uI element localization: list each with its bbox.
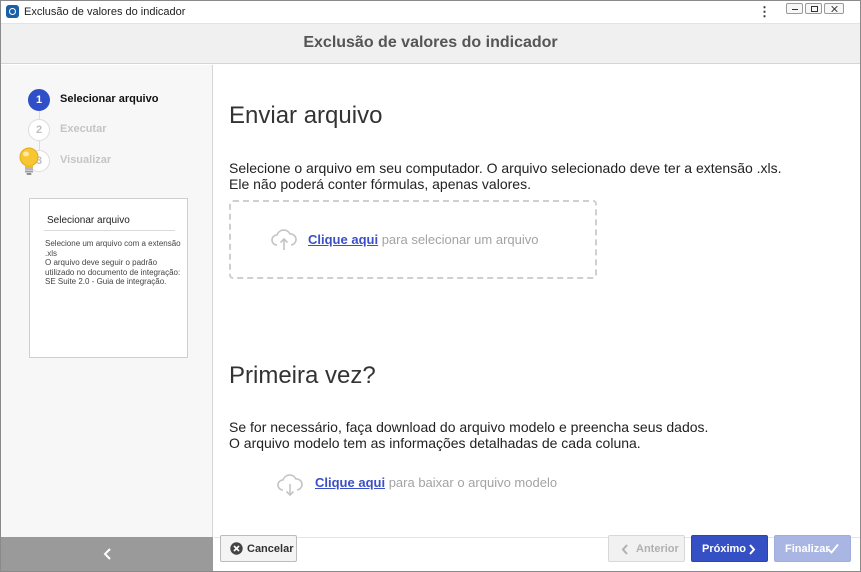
help-title: Selecionar arquivo [47, 215, 130, 226]
more-options-icon[interactable]: ⋮ [758, 4, 771, 20]
upload-instructions-line2: Ele não poderá conter fórmulas, apenas v… [229, 176, 531, 192]
maximize-button[interactable] [805, 3, 822, 14]
download-model-text: Clique aqui para baixar o arquivo modelo [315, 475, 557, 490]
chevron-right-icon [749, 544, 756, 555]
help-divider [44, 230, 175, 231]
lightbulb-icon [19, 147, 39, 175]
dropzone-text: Clique aqui para selecionar um arquivo [308, 232, 539, 247]
upload-heading: Enviar arquivo [229, 102, 383, 129]
chevron-left-icon [621, 544, 628, 555]
step-label: Selecionar arquivo [60, 93, 159, 105]
step-number: 1 [28, 89, 50, 111]
next-button[interactable]: Próximo [691, 535, 768, 562]
minimize-button[interactable] [786, 3, 803, 14]
dialog-header: Exclusão de valores do indicador [1, 24, 860, 64]
cancel-label: Cancelar [247, 543, 294, 555]
finish-label: Finalizar [785, 543, 830, 555]
first-time-heading: Primeira vez? [229, 362, 376, 389]
wizard-sidebar: 1 Selecionar arquivo 2 Executar 3 Visual… [1, 65, 213, 537]
help-panel: Selecionar arquivo Selecione um arquivo … [29, 198, 188, 358]
cloud-download-icon [277, 474, 303, 497]
next-label: Próximo [702, 543, 747, 555]
cancel-icon [230, 542, 243, 555]
dropzone-suffix: para selecionar um arquivo [381, 232, 539, 247]
download-model-link[interactable]: Clique aqui [315, 475, 385, 490]
page-title: Exclusão de valores do indicador [303, 34, 558, 51]
step-label: Visualizar [60, 154, 112, 166]
title-bar: Exclusão de valores do indicador ⋮ [1, 1, 860, 24]
collapse-sidebar-button[interactable] [1, 537, 213, 571]
finish-button[interactable]: Finalizar [774, 535, 851, 562]
app-logo-icon [6, 5, 19, 18]
wizard-window: Exclusão de valores do indicador ⋮ Exclu… [0, 0, 861, 572]
cancel-button[interactable]: Cancelar [220, 535, 297, 562]
main-content: Enviar arquivo Selecione o arquivo em se… [214, 65, 860, 537]
close-button[interactable] [824, 3, 844, 14]
first-time-line2: O arquivo modelo tem as informações deta… [229, 435, 641, 451]
chevron-left-icon [103, 548, 111, 560]
previous-label: Anterior [636, 543, 679, 555]
previous-button[interactable]: Anterior [608, 535, 685, 562]
help-text: Selecione um arquivo com a extensão .xls… [45, 239, 181, 286]
download-model-suffix: para baixar o arquivo modelo [388, 475, 558, 490]
cloud-upload-icon [271, 229, 297, 250]
window-title: Exclusão de valores do indicador [24, 6, 186, 18]
select-file-link[interactable]: Clique aqui [308, 232, 378, 247]
upload-instructions-line1: Selecione o arquivo em seu computador. O… [229, 160, 782, 176]
first-time-line1: Se for necessário, faça download do arqu… [229, 419, 709, 435]
file-dropzone[interactable]: Clique aqui para selecionar um arquivo [229, 200, 597, 279]
step-label: Executar [60, 123, 107, 135]
step-number: 2 [28, 119, 50, 141]
check-icon [827, 543, 839, 554]
